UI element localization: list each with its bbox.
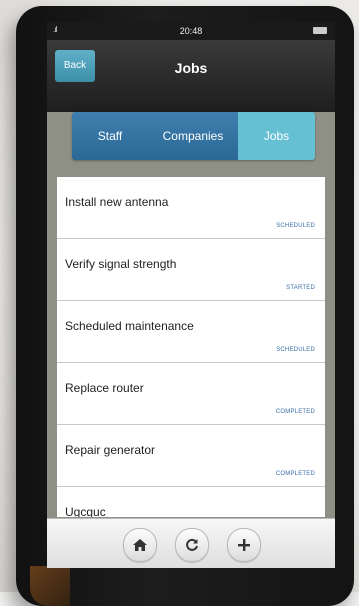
- list-item[interactable]: Install new antenna SCHEDULED: [57, 177, 325, 239]
- job-status: SCHEDULED: [276, 347, 315, 353]
- home-icon: [133, 539, 147, 551]
- tab-staff[interactable]: Staff: [72, 112, 148, 160]
- job-title: Repair generator: [65, 443, 156, 457]
- list-item[interactable]: Repair generator COMPLETED: [57, 425, 325, 487]
- phone-screen: .ıl 20:48 Back Jobs Staff Companies Jobs…: [47, 22, 335, 568]
- refresh-button[interactable]: [175, 528, 209, 562]
- job-status: COMPLETED: [275, 409, 315, 415]
- nav-bar: Back Jobs: [47, 40, 335, 112]
- refresh-icon: [186, 538, 198, 551]
- job-title: Verify signal strength: [65, 257, 177, 271]
- home-button[interactable]: [123, 528, 157, 562]
- bottom-toolbar: [47, 518, 335, 568]
- job-status: SCHEDULED: [276, 223, 315, 229]
- status-time: 20:48: [179, 26, 203, 36]
- list-item[interactable]: Ugcguc: [57, 487, 325, 517]
- phone-edge: [30, 566, 70, 606]
- job-title: Scheduled maintenance: [65, 319, 194, 333]
- job-status: STARTED: [286, 285, 315, 291]
- page-title: Jobs: [174, 60, 208, 76]
- status-bar: .ıl 20:48: [47, 22, 335, 40]
- list-item[interactable]: Scheduled maintenance SCHEDULED: [57, 301, 325, 363]
- segmented-control: Staff Companies Jobs: [72, 112, 315, 160]
- tab-jobs[interactable]: Jobs: [238, 112, 315, 160]
- job-title: Replace router: [65, 381, 144, 395]
- add-button[interactable]: [227, 528, 261, 562]
- list-item[interactable]: Verify signal strength STARTED: [57, 239, 325, 301]
- jobs-list: Install new antenna SCHEDULED Verify sig…: [57, 177, 325, 517]
- list-item[interactable]: Replace router COMPLETED: [57, 363, 325, 425]
- job-status: COMPLETED: [275, 471, 315, 477]
- tab-companies[interactable]: Companies: [148, 112, 238, 160]
- plus-icon: [238, 539, 250, 551]
- job-title: Install new antenna: [65, 195, 169, 209]
- battery-icon: [313, 27, 327, 34]
- job-title: Ugcguc: [65, 505, 106, 517]
